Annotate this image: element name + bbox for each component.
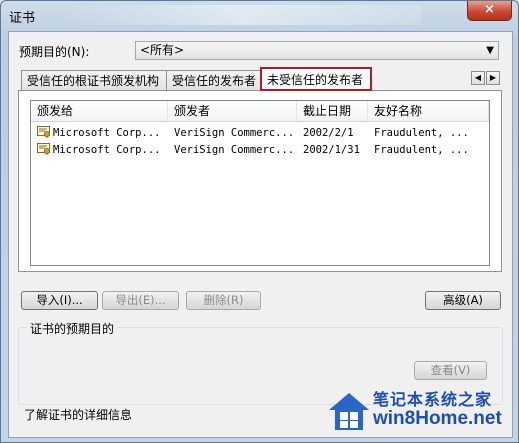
- chevron-left-icon: ◀: [474, 73, 482, 82]
- tab-label: 受信任的根证书颁发机构: [27, 74, 160, 88]
- watermark-url: win8Home.net: [373, 408, 502, 429]
- column-header-issuer[interactable]: 颁发者: [168, 101, 297, 121]
- table-row[interactable]: Microsoft Corp... VeriSign Commerc... 20…: [31, 142, 489, 158]
- cell-friendly-name: Fraudulent, ...: [374, 144, 469, 156]
- title-bar[interactable]: 证书 ×: [1, 1, 518, 31]
- chevron-down-icon: ▼: [486, 45, 494, 56]
- tab-label: 受信任的发布者: [172, 74, 257, 88]
- table-row[interactable]: Microsoft Corp... VeriSign Commerc... 20…: [31, 125, 489, 141]
- intended-purpose-select[interactable]: <所有> ▼: [135, 41, 499, 60]
- cell-expiration: 2002/2/1: [303, 127, 354, 139]
- cell-expiration: 2002/1/31: [303, 144, 360, 156]
- cell-issued-to: Microsoft Corp...: [53, 127, 161, 139]
- certificate-list[interactable]: 颁发给 颁发者 截止日期 友好名称 Microsoft Corp... Veri…: [30, 100, 490, 266]
- tab-panel: 颁发给 颁发者 截止日期 友好名称 Microsoft Corp... Veri…: [18, 90, 502, 272]
- learn-more-link[interactable]: 了解证书的详细信息: [24, 406, 132, 423]
- tab-untrusted-publishers[interactable]: 未受信任的发布者: [260, 67, 372, 91]
- import-button[interactable]: 导入(I)...: [21, 291, 98, 310]
- cell-issuer: VeriSign Commerc...: [174, 127, 295, 139]
- certificates-window: 证书 × 预期目的(N): <所有> ▼ 受信任的根证书颁发机构 受信任的发布者…: [0, 0, 519, 443]
- tab-label: 未受信任的发布者: [267, 73, 364, 87]
- tab-scroll-right-button[interactable]: ▶: [486, 71, 500, 85]
- dialog-body: 预期目的(N): <所有> ▼ 受信任的根证书颁发机构 受信任的发布者 未受信任…: [8, 31, 513, 438]
- intended-purpose-label: 预期目的(N):: [19, 45, 90, 59]
- export-button[interactable]: 导出(E)...: [102, 291, 179, 310]
- column-header-issued-to[interactable]: 颁发给: [31, 101, 168, 121]
- tab-trusted-publishers[interactable]: 受信任的发布者: [166, 70, 261, 90]
- list-header: 颁发给 颁发者 截止日期 友好名称: [31, 101, 489, 122]
- intended-purpose-value: <所有>: [140, 43, 185, 57]
- column-header-expiration[interactable]: 截止日期: [297, 101, 368, 121]
- tab-trusted-root-ca[interactable]: 受信任的根证书颁发机构: [21, 70, 167, 90]
- group-title: 证书的预期目的: [27, 320, 118, 337]
- chevron-right-icon: ▶: [489, 73, 497, 82]
- view-button[interactable]: 查看(V): [414, 361, 487, 380]
- certificate-icon: [37, 143, 50, 155]
- advanced-button[interactable]: 高级(A): [425, 291, 501, 310]
- title-bar-glass: [61, 5, 421, 25]
- cell-friendly-name: Fraudulent, ...: [374, 127, 469, 139]
- cell-issuer: VeriSign Commerc...: [174, 144, 295, 156]
- watermark-title: 笔记本系统之家: [373, 390, 493, 409]
- cell-issued-to: Microsoft Corp...: [53, 144, 161, 156]
- tab-scroll-left-button[interactable]: ◀: [471, 71, 485, 85]
- remove-button[interactable]: 删除(R): [186, 291, 261, 310]
- certificate-icon: [37, 126, 50, 138]
- column-header-friendly-name[interactable]: 友好名称: [368, 101, 489, 121]
- window-title: 证书: [9, 11, 36, 26]
- house-logo-icon: [329, 393, 369, 430]
- close-button[interactable]: ×: [467, 1, 512, 21]
- site-watermark: 笔记本系统之家 win8Home.net: [327, 386, 518, 442]
